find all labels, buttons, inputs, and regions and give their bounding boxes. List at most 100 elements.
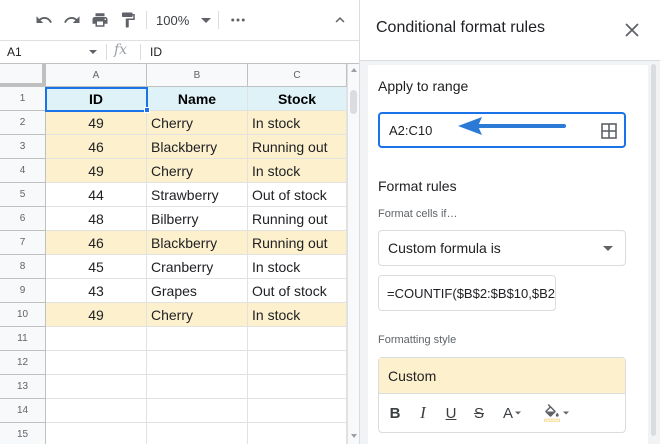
row-header[interactable]: 14	[0, 399, 46, 423]
table-cell[interactable]: Out of stock	[248, 183, 347, 207]
select-range-icon[interactable]	[600, 122, 618, 140]
column-header-c[interactable]: C	[248, 64, 347, 87]
table-cell[interactable]	[46, 399, 147, 423]
text-color-button[interactable]: A	[499, 402, 527, 424]
row-header[interactable]: 13	[0, 375, 46, 399]
column-header-b[interactable]: B	[147, 64, 248, 87]
bold-button[interactable]: B	[387, 402, 403, 424]
table-cell[interactable]: Running out	[248, 231, 347, 255]
name-box[interactable]: A1	[0, 41, 103, 63]
table-cell[interactable]	[46, 327, 147, 351]
strikethrough-button[interactable]: S	[471, 402, 487, 424]
row-header[interactable]: 6	[0, 207, 46, 231]
zoom-select[interactable]: 100%	[156, 10, 212, 30]
panel-header: Conditional format rules	[360, 0, 660, 60]
select-all-corner[interactable]	[0, 64, 46, 87]
table-cell[interactable]: Cherry	[147, 303, 248, 327]
print-icon[interactable]	[90, 10, 110, 30]
row-header[interactable]: 1	[0, 87, 46, 111]
row-header[interactable]: 4	[0, 159, 46, 183]
table-cell[interactable]: Blackberry	[147, 135, 248, 159]
table-cell[interactable]: In stock	[248, 111, 347, 135]
row-header[interactable]: 5	[0, 183, 46, 207]
panel-scrollbar[interactable]	[651, 64, 657, 436]
table-cell[interactable]: Running out	[248, 207, 347, 231]
formula-input[interactable]: ID	[150, 45, 162, 59]
formatting-style-preview[interactable]: Custom	[379, 358, 625, 394]
header-cell[interactable]: Name	[147, 87, 248, 111]
italic-button[interactable]: I	[415, 402, 431, 424]
formatting-style-label: Formatting style	[378, 334, 457, 346]
table-cell[interactable]: In stock	[248, 303, 347, 327]
underline-button[interactable]: U	[443, 402, 459, 424]
row-header[interactable]: 3	[0, 135, 46, 159]
row-header[interactable]: 9	[0, 279, 46, 303]
fill-handle[interactable]	[144, 107, 150, 113]
formula-bar-divider	[140, 44, 141, 60]
table-cell[interactable]: Grapes	[147, 279, 248, 303]
table-cell[interactable]: In stock	[248, 255, 347, 279]
custom-formula-value: =COUNTIF($B$2:$B$10,$B2)>1	[387, 286, 556, 301]
redo-icon[interactable]	[62, 10, 82, 30]
header-cell[interactable]: Stock	[248, 87, 347, 111]
table-cell[interactable]	[46, 351, 147, 375]
row-header[interactable]: 8	[0, 255, 46, 279]
table-cell[interactable]	[147, 399, 248, 423]
panel-scroll-thumb[interactable]	[651, 64, 656, 436]
table-cell[interactable]	[46, 423, 147, 444]
table-cell[interactable]: 49	[46, 111, 147, 135]
table-cell[interactable]: 46	[46, 231, 147, 255]
table-cell[interactable]: Out of stock	[248, 279, 347, 303]
table-cell[interactable]	[248, 399, 347, 423]
row-header[interactable]: 2	[0, 111, 46, 135]
formatting-style-name: Custom	[388, 368, 437, 384]
row-header[interactable]: 10	[0, 303, 46, 327]
condition-value: Custom formula is	[388, 240, 501, 256]
condition-select[interactable]: Custom formula is	[378, 230, 626, 266]
close-icon[interactable]	[622, 20, 642, 40]
row-header[interactable]: 7	[0, 231, 46, 255]
table-cell[interactable]	[46, 375, 147, 399]
scroll-thumb[interactable]	[350, 90, 357, 114]
table-cell[interactable]	[147, 423, 248, 444]
custom-formula-input[interactable]: =COUNTIF($B$2:$B$10,$B2)>1	[378, 275, 556, 311]
table-cell[interactable]	[147, 351, 248, 375]
table-cell[interactable]: Cherry	[147, 111, 248, 135]
table-cell[interactable]: 49	[46, 159, 147, 183]
table-cell[interactable]: 43	[46, 279, 147, 303]
scroll-up-icon[interactable]	[351, 68, 357, 72]
undo-icon[interactable]	[34, 10, 54, 30]
table-cell[interactable]: 45	[46, 255, 147, 279]
table-cell[interactable]	[248, 375, 347, 399]
table-cell[interactable]	[248, 351, 347, 375]
table-cell[interactable]	[147, 327, 248, 351]
table-cell[interactable]: Cherry	[147, 159, 248, 183]
more-icon[interactable]	[228, 10, 248, 30]
table-cell[interactable]	[248, 327, 347, 351]
table-cell[interactable]	[147, 375, 248, 399]
table-cell[interactable]: Cranberry	[147, 255, 248, 279]
table-cell[interactable]: Blackberry	[147, 231, 248, 255]
row-header[interactable]: 12	[0, 351, 46, 375]
table-cell[interactable]	[248, 423, 347, 444]
range-input[interactable]: A2:C10	[378, 112, 626, 148]
format-cells-if-label: Format cells if…	[378, 208, 458, 220]
table-cell[interactable]: Strawberry	[147, 183, 248, 207]
table-cell[interactable]: 46	[46, 135, 147, 159]
scroll-down-icon[interactable]	[351, 434, 357, 438]
collapse-icon[interactable]	[330, 10, 350, 30]
column-header-a[interactable]: A	[46, 64, 147, 87]
row-header[interactable]: 15	[0, 423, 46, 444]
fill-color-button[interactable]	[541, 402, 573, 424]
table-cell[interactable]: 48	[46, 207, 147, 231]
table-cell[interactable]: 44	[46, 183, 147, 207]
table-cell[interactable]: Bilberry	[147, 207, 248, 231]
vertical-scrollbar[interactable]	[347, 64, 359, 444]
header-cell[interactable]: ID	[46, 87, 147, 111]
formatting-style-box: Custom B I U S A	[378, 357, 626, 433]
table-cell[interactable]: In stock	[248, 159, 347, 183]
paint-format-icon[interactable]	[118, 10, 138, 30]
table-cell[interactable]: 49	[46, 303, 147, 327]
row-header[interactable]: 11	[0, 327, 46, 351]
table-cell[interactable]: Running out	[248, 135, 347, 159]
